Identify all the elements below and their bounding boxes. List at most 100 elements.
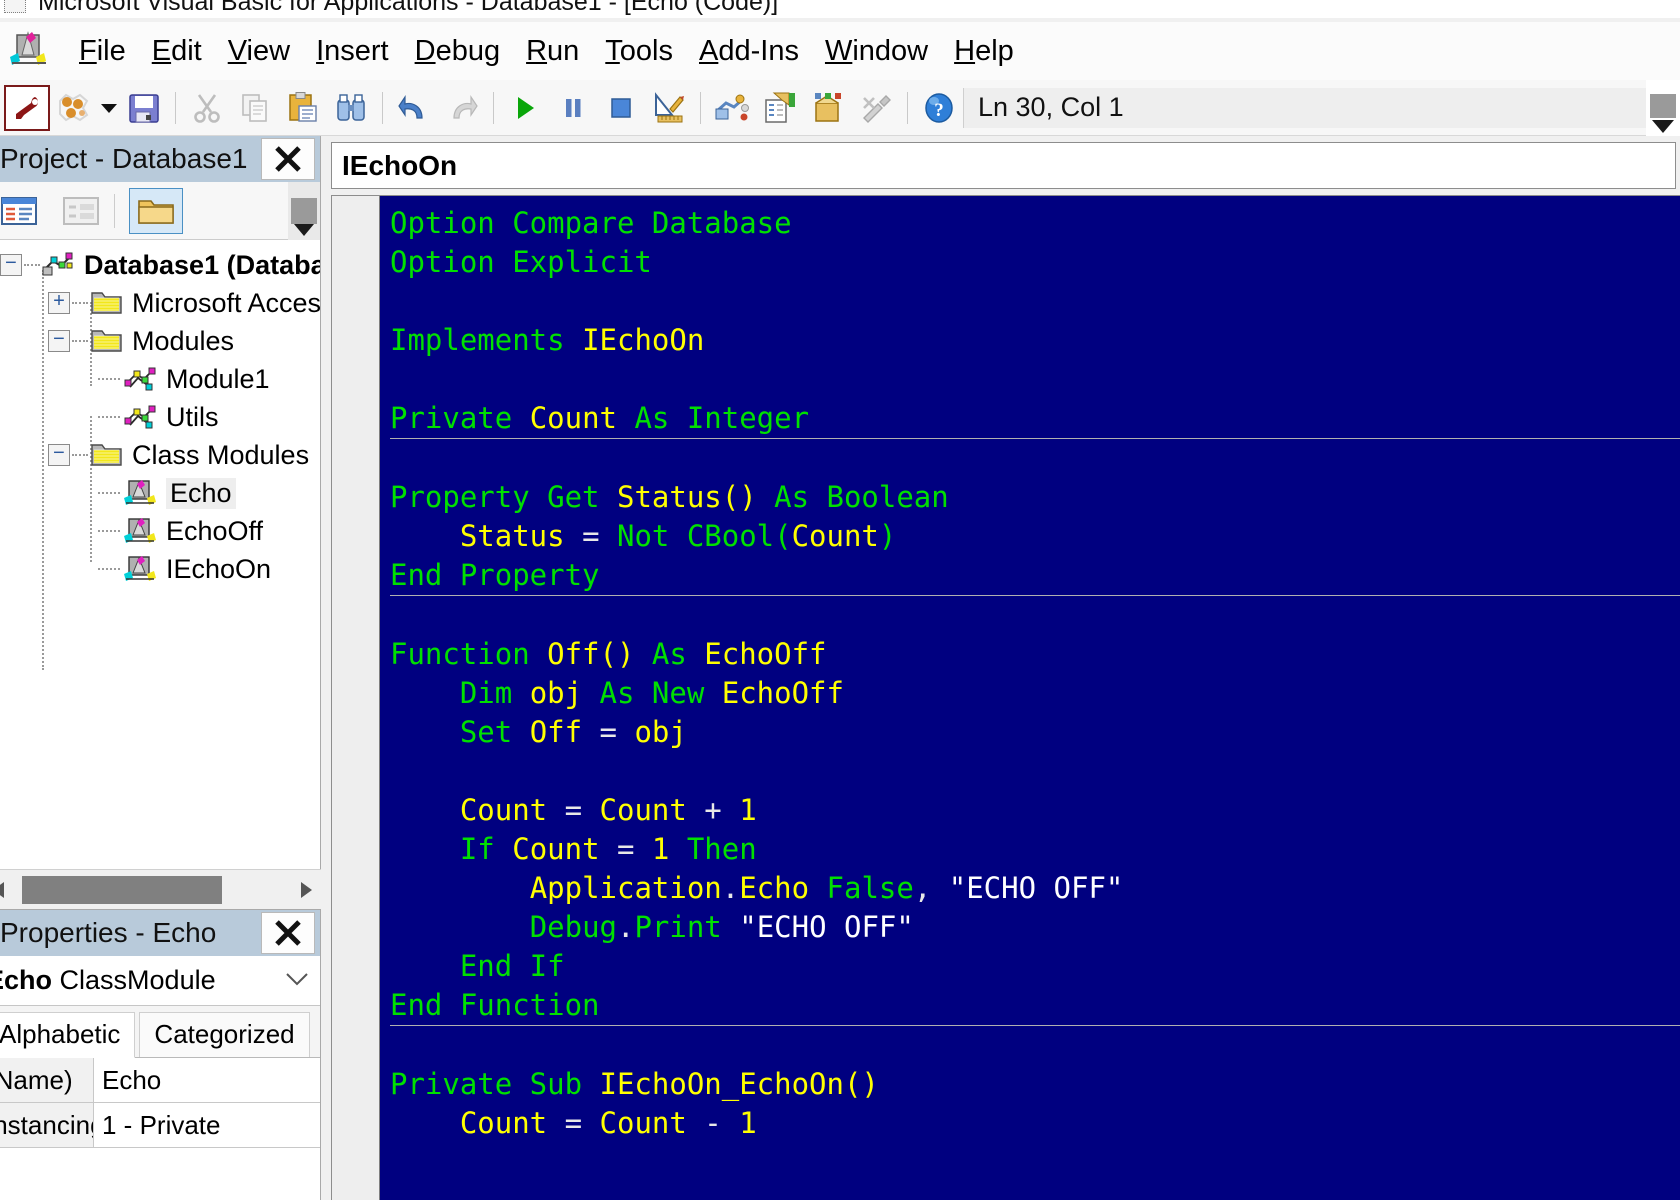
tree-item-label: Microsoft Access Class Objects: [132, 287, 320, 318]
code-margin-indicator-bar[interactable]: [332, 196, 380, 1200]
menu-file[interactable]: File: [66, 35, 139, 68]
expander-collapse[interactable]: −: [0, 254, 22, 276]
code-token: End Property: [390, 558, 600, 592]
code-token: Count: [459, 1106, 565, 1140]
menu-view[interactable]: View: [215, 35, 303, 68]
scrollbar-thumb[interactable]: [22, 875, 222, 904]
project-toolbar-scrollbar[interactable]: [288, 182, 320, 240]
project-tree-hscrollbar[interactable]: [0, 869, 321, 909]
properties-tabs: Alphabetic Categorized: [0, 1006, 320, 1058]
code-line: Count = Count + 1: [390, 791, 1680, 830]
tab-categorized[interactable]: Categorized: [139, 1012, 310, 1057]
expander-expand[interactable]: +: [48, 292, 70, 314]
code-line: Status = Not CBool(Count): [390, 517, 1680, 556]
scroll-down-arrow-icon[interactable]: [1652, 120, 1674, 133]
class-module-icon: [124, 518, 156, 543]
code-token: EchoOff: [721, 676, 844, 710]
find-button[interactable]: [327, 84, 375, 132]
menu-addins[interactable]: Add-Ins: [686, 35, 812, 68]
object-browser-button[interactable]: [804, 84, 852, 132]
cut-button[interactable]: [183, 84, 231, 132]
toolbox-button[interactable]: [852, 84, 900, 132]
insert-object-button[interactable]: [50, 84, 98, 132]
code-token: Application: [529, 871, 722, 905]
tree-item-iechoon[interactable]: IEchoOn: [0, 550, 320, 588]
menu-debug[interactable]: Debug: [402, 35, 513, 68]
design-mode-button[interactable]: [645, 84, 693, 132]
expander-collapse[interactable]: −: [48, 444, 70, 466]
undo-button[interactable]: [390, 84, 438, 132]
code-token: Option Explicit: [390, 245, 652, 279]
tree-item-echooff[interactable]: EchoOff: [0, 512, 320, 550]
break-button[interactable]: [549, 84, 597, 132]
window-titlebar: Microsoft Visual Basic for Applications …: [0, 0, 1680, 18]
menu-help[interactable]: Help: [941, 35, 1027, 68]
properties-object-combo[interactable]: Echo ClassModule: [0, 956, 320, 1006]
view-object-button[interactable]: [54, 188, 108, 234]
tab-alphabetic[interactable]: Alphabetic: [0, 1012, 136, 1058]
code-editor[interactable]: Option Compare Database Option Explicit I…: [331, 195, 1680, 1200]
properties-panel: Properties - Echo Echo ClassModule Alpha…: [0, 909, 321, 1200]
code-token: Then: [669, 832, 757, 866]
tree-item-echo[interactable]: Echo: [0, 474, 320, 512]
toolbar-scrollbar[interactable]: [1646, 80, 1680, 136]
tree-item-label: Database1 (Database1): [84, 249, 320, 280]
code-token: =: [582, 519, 617, 553]
scroll-right-arrow-icon[interactable]: [291, 870, 321, 910]
properties-panel-close-button[interactable]: [261, 912, 315, 954]
project-explorer-button[interactable]: [708, 84, 756, 132]
paste-button[interactable]: [279, 84, 327, 132]
question-mark-icon: ?: [925, 92, 953, 123]
toolbar-separator: [700, 91, 701, 124]
property-value[interactable]: Echo: [94, 1058, 320, 1102]
menu-insert[interactable]: Insert: [303, 35, 402, 68]
tree-item-module1[interactable]: Module1: [0, 360, 320, 398]
code-line: Private Count As Integer: [390, 399, 1680, 439]
help-button[interactable]: ?: [915, 84, 963, 132]
view-access-button[interactable]: [4, 84, 50, 131]
object-browser-icon: [815, 92, 841, 122]
toolbar-separator: [175, 91, 176, 124]
tree-item-class-modules[interactable]: − Class Modules: [0, 436, 320, 474]
save-button[interactable]: [120, 84, 168, 132]
tree-item-access-class-objects[interactable]: + Microsoft Access Class Objects: [0, 284, 320, 322]
scroll-left-arrow-icon[interactable]: [0, 870, 14, 910]
properties-row[interactable]: Instancing 1 - Private: [0, 1103, 320, 1148]
folder-yellow-icon: [91, 330, 122, 352]
tree-connector: [24, 264, 40, 266]
play-triangle-icon: [518, 96, 534, 119]
procedure-combo[interactable]: IEchoOn: [331, 142, 1676, 189]
insert-dropdown-button[interactable]: [98, 101, 120, 115]
code-token: Dim: [459, 676, 530, 710]
menu-window[interactable]: Window: [812, 35, 941, 68]
menu-tools[interactable]: Tools: [592, 35, 686, 68]
code-token: 1: [739, 793, 757, 827]
undo-arrow-icon: [398, 94, 423, 119]
properties-window-button[interactable]: [756, 84, 804, 132]
scrollbar-thumb[interactable]: [291, 198, 317, 224]
toggle-folders-button[interactable]: [129, 187, 183, 234]
menu-edit[interactable]: Edit: [139, 35, 215, 68]
properties-object-name: Echo: [0, 965, 53, 995]
redo-button[interactable]: [438, 84, 486, 132]
properties-row[interactable]: (Name) Echo: [0, 1058, 320, 1103]
run-button[interactable]: [501, 84, 549, 132]
reset-button[interactable]: [597, 84, 645, 132]
tree-item-utils[interactable]: Utils: [0, 398, 320, 436]
property-value[interactable]: 1 - Private: [94, 1103, 320, 1147]
tree-item-database1[interactable]: − Database1 (Database1): [0, 246, 320, 284]
view-code-button[interactable]: [0, 188, 46, 234]
code-token: Implements: [390, 323, 583, 357]
project-explorer-close-button[interactable]: [261, 138, 315, 180]
scroll-down-arrow-icon[interactable]: [294, 224, 314, 236]
chevron-down-icon[interactable]: [284, 970, 310, 993]
status-position-text: Ln 30, Col 1: [978, 92, 1124, 122]
code-line: End If: [390, 947, 1680, 986]
code-text-area[interactable]: Option Compare Database Option Explicit I…: [380, 196, 1680, 1200]
tree-item-modules[interactable]: − Modules: [0, 322, 320, 360]
scrollbar-thumb[interactable]: [1650, 94, 1676, 118]
expander-collapse[interactable]: −: [48, 330, 70, 352]
code-token: Status(): [616, 480, 757, 514]
menu-run[interactable]: Run: [513, 35, 592, 68]
copy-button[interactable]: [231, 84, 279, 132]
